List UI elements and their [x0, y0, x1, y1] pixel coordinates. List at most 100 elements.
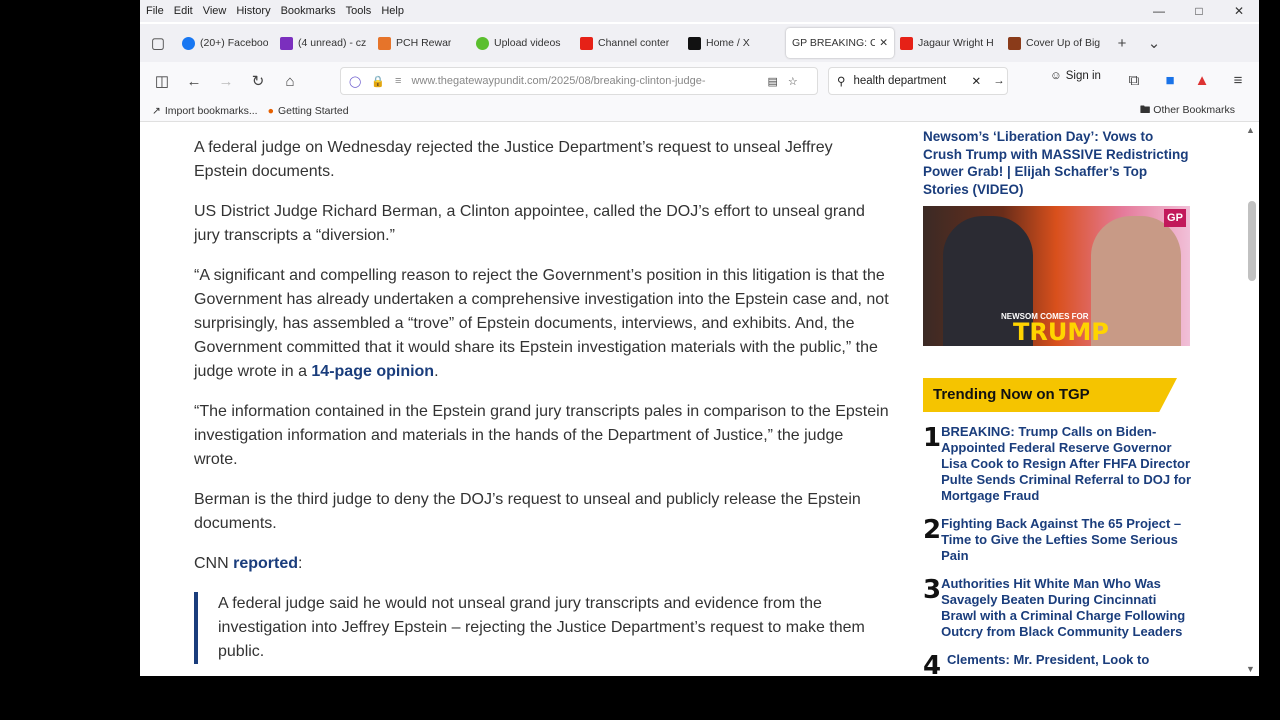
close-tab-icon[interactable]: ✕	[879, 37, 888, 49]
paragraph-3-text: “A significant and compelling reason to …	[194, 267, 889, 380]
back-icon[interactable]: ←	[178, 73, 210, 90]
rumble-icon	[476, 36, 489, 50]
trending-number: 2	[923, 515, 942, 545]
tab-list-icon[interactable]: ⌄	[1138, 34, 1170, 52]
reload-icon[interactable]: ↻	[242, 72, 274, 90]
new-tab-icon[interactable]: +	[1106, 35, 1138, 52]
gp-badge: GP	[1164, 209, 1186, 227]
opinion-link[interactable]: 14-page opinion	[311, 363, 434, 380]
paragraph-6: CNN reported:	[194, 552, 890, 576]
paragraph-1: A federal judge on Wednesday rejected th…	[194, 139, 833, 180]
maximize-icon[interactable]: □	[1179, 0, 1219, 22]
paragraph-4: “The information contained in the Epstei…	[194, 403, 889, 468]
paragraph-2: US District Judge Richard Berman, a Clin…	[194, 203, 865, 244]
video-thumbnail[interactable]: GP NEWSOM COMES FOR TRUMP	[923, 206, 1190, 346]
menu-history[interactable]: History	[236, 5, 270, 17]
account-button[interactable]: ☺ Sign in	[1050, 70, 1101, 82]
trending-link[interactable]: Clements: Mr. President, Look to	[947, 652, 1149, 676]
trending-item[interactable]: 1 BREAKING: Trump Calls on Biden-Appointe…	[923, 424, 1193, 504]
search-go-icon[interactable]: →	[993, 75, 1005, 87]
mail-icon	[280, 36, 293, 50]
import-bookmarks-link[interactable]: Import bookmarks...	[165, 105, 258, 117]
trending-item[interactable]: 3 Authorities Hit White Man Who Was Savag…	[923, 576, 1193, 640]
trending-item[interactable]: 4 Clements: Mr. President, Look to	[923, 652, 1193, 676]
paragraph-3-end: .	[434, 363, 439, 380]
paragraph-5: Berman is the third judge to deny the DO…	[194, 491, 861, 532]
thumb-caption-big: TRUMP	[1013, 318, 1109, 346]
page-content: A federal judge on Wednesday rejected th…	[140, 123, 1244, 676]
other-bookmarks[interactable]: 🖿 Other Bookmarks	[1140, 102, 1235, 120]
blockquote: A federal judge said he would not unseal…	[194, 592, 890, 664]
tab-bar: ▢ (20+) Facebook (4 unread) - cze PCH Re…	[140, 24, 1259, 62]
reported-link[interactable]: reported	[233, 555, 298, 572]
trending-number: 3	[923, 575, 942, 605]
menu-bar: File Edit View History Bookmarks Tools H…	[140, 0, 1259, 22]
bookmarks-bar: ↗ Import bookmarks... ● Getting Started …	[140, 100, 1259, 122]
tab-gateway-pundit[interactable]: GP BREAKING: C ✕	[786, 28, 894, 58]
trending-number: 4	[923, 651, 942, 676]
home-icon[interactable]: ⌂	[274, 73, 306, 90]
trending-link[interactable]: Fighting Back Against The 65 Project – T…	[941, 516, 1193, 564]
tab-cover-up[interactable]: Cover Up of Big	[1002, 28, 1106, 58]
menu-file[interactable]: File	[146, 5, 164, 17]
close-window-icon[interactable]: ✕	[1219, 0, 1259, 22]
shield-icon: ◯	[349, 75, 362, 88]
tab-pch[interactable]: PCH Rewar	[372, 28, 470, 58]
article-body: A federal judge on Wednesday rejected th…	[194, 136, 890, 676]
site-icon	[1008, 36, 1021, 50]
tab-channel-content[interactable]: Channel conter	[574, 28, 682, 58]
account-icon: ☺	[1050, 70, 1062, 82]
tab-overview-icon[interactable]: ▢	[140, 34, 176, 52]
scrollbar[interactable]: ▲ ▼	[1244, 123, 1259, 676]
lock-icon: 🔒	[371, 75, 386, 88]
announce-icon[interactable]: ▲	[1186, 72, 1218, 89]
minimize-icon[interactable]: —	[1139, 0, 1179, 22]
trending-link[interactable]: Authorities Hit White Man Who Was Savage…	[941, 576, 1193, 640]
forward-icon[interactable]: →	[210, 73, 242, 90]
tab-jagaur-wright[interactable]: Jagaur Wright H	[894, 28, 1002, 58]
menu-help[interactable]: Help	[381, 5, 404, 17]
url-text: www.thegatewaypundit.com/2025/08/breakin…	[411, 75, 706, 87]
scrollbar-thumb[interactable]	[1248, 201, 1256, 281]
trending-item[interactable]: 2 Fighting Back Against The 65 Project – …	[923, 516, 1193, 564]
pch-icon	[378, 36, 391, 50]
paragraph-3: “A significant and compelling reason to …	[194, 264, 890, 384]
tab-mail[interactable]: (4 unread) - cze	[274, 28, 372, 58]
bookmark-star-icon[interactable]: ☆	[788, 75, 798, 88]
clear-search-icon[interactable]: ✕	[971, 74, 981, 88]
addon-icon[interactable]: ■	[1154, 72, 1186, 89]
search-input[interactable]: health department	[853, 75, 963, 87]
trending-header: Trending Now on TGP	[923, 378, 1177, 412]
facebook-icon	[182, 36, 195, 50]
browser-window: File Edit View History Bookmarks Tools H…	[140, 0, 1259, 676]
menu-edit[interactable]: Edit	[174, 5, 193, 17]
search-bar[interactable]: ⚲ health department ✕ →	[828, 67, 1008, 95]
sidebar: Newsom’s ‘Liberation Day’: Vows to Crush…	[923, 128, 1193, 676]
permissions-icon: ≡	[395, 75, 402, 87]
tab-home-x[interactable]: Home / X	[682, 28, 786, 58]
extensions-icon[interactable]: ⧉	[1118, 72, 1150, 89]
trending-number: 1	[923, 423, 942, 453]
reader-view-icon[interactable]: ▤	[767, 75, 777, 88]
app-menu-icon[interactable]: ≡	[1222, 72, 1254, 89]
youtube-icon	[900, 36, 913, 50]
scroll-down-icon[interactable]: ▼	[1246, 664, 1255, 674]
youtube-icon	[580, 36, 593, 50]
import-icon: ↗	[152, 104, 161, 117]
tab-upload-videos[interactable]: Upload videos	[470, 28, 574, 58]
getting-started-link[interactable]: Getting Started	[278, 105, 349, 117]
other-bookmarks-label: Other Bookmarks	[1153, 103, 1235, 116]
url-bar[interactable]: ◯ 🔒 ≡ www.thegatewaypundit.com/2025/08/b…	[340, 67, 818, 95]
x-icon	[688, 36, 701, 50]
signin-label: Sign in	[1065, 70, 1101, 82]
tab-facebook[interactable]: (20+) Facebook	[176, 28, 274, 58]
folder-icon: 🖿	[1139, 103, 1151, 116]
sidebar-toggle-icon[interactable]: ◫	[146, 72, 178, 90]
menu-tools[interactable]: Tools	[346, 5, 372, 17]
sidebar-headline-link[interactable]: Newsom’s ‘Liberation Day’: Vows to Crush…	[923, 128, 1193, 198]
trending-link[interactable]: BREAKING: Trump Calls on Biden-Appointed…	[941, 424, 1193, 504]
menu-view[interactable]: View	[203, 5, 227, 17]
paragraph-6-end: :	[298, 555, 303, 572]
menu-bookmarks[interactable]: Bookmarks	[281, 5, 336, 17]
scroll-up-icon[interactable]: ▲	[1246, 125, 1255, 135]
